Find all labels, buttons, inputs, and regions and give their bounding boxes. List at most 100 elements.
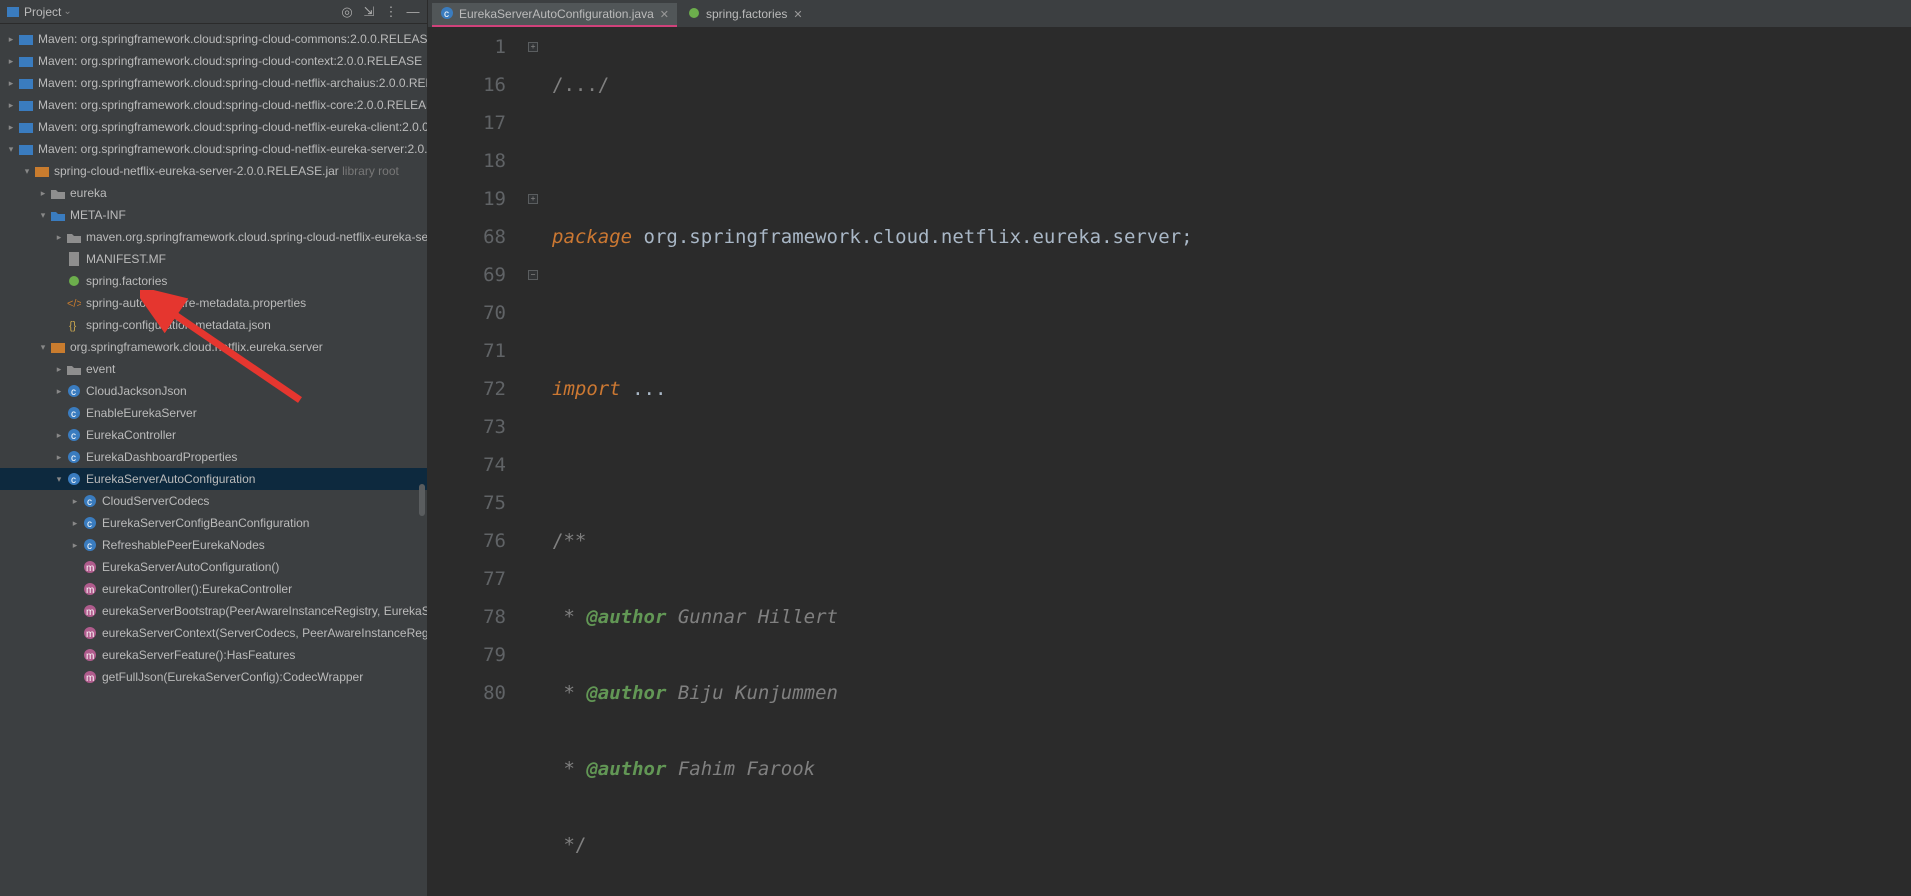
tree-class[interactable]: ▸cCloudJacksonJson (0, 380, 427, 402)
svg-text:m: m (86, 673, 94, 684)
jar-icon (34, 163, 50, 179)
svg-text:c: c (87, 541, 92, 552)
svg-text:m: m (86, 651, 94, 662)
class-icon: c (440, 6, 454, 23)
tree-lib[interactable]: ▸Maven: org.springframework.cloud:spring… (0, 72, 427, 94)
library-icon (18, 31, 34, 47)
class-icon: c (82, 493, 98, 509)
tab-label: spring.factories (706, 7, 787, 21)
tab-eureka-config[interactable]: c EurekaServerAutoConfiguration.java ✕ (432, 3, 677, 27)
svg-text:{}: {} (69, 320, 77, 332)
properties-icon: </> (66, 295, 82, 311)
tree-inner-class[interactable]: ▸cRefreshablePeerEurekaNodes (0, 534, 427, 556)
method-icon: m (82, 669, 98, 685)
class-icon: c (66, 405, 82, 421)
class-icon: c (66, 471, 82, 487)
close-icon[interactable]: ✕ (660, 8, 669, 21)
tree-method[interactable]: ·meurekaServerFeature():HasFeatures (0, 644, 427, 666)
method-icon: m (82, 559, 98, 575)
class-icon: c (66, 449, 82, 465)
code-content[interactable]: /.../ package org.springframework.cloud.… (540, 28, 1911, 896)
project-tree[interactable]: ▸Maven: org.springframework.cloud:spring… (0, 24, 427, 896)
folder-icon (50, 207, 66, 223)
fold-marker[interactable]: + (528, 194, 538, 204)
project-icon (6, 5, 20, 19)
target-icon[interactable]: ◎ (339, 4, 355, 20)
svg-text:m: m (86, 629, 94, 640)
tree-class[interactable]: ▸cEurekaDashboardProperties (0, 446, 427, 468)
project-toolwindow-header: Project ⌄ ◎ ⇲ ⋮ — (0, 0, 427, 24)
tree-package[interactable]: ▾org.springframework.cloud.netflix.eurek… (0, 336, 427, 358)
tree-file-autoconf[interactable]: ·</>spring-autoconfigure-metadata.proper… (0, 292, 427, 314)
method-icon: m (82, 625, 98, 641)
tree-file-factories[interactable]: ·spring.factories (0, 270, 427, 292)
folder-icon (66, 361, 82, 377)
library-icon (18, 75, 34, 91)
fold-marker[interactable]: − (528, 270, 538, 280)
minimize-icon[interactable]: — (405, 4, 421, 19)
tree-selected-class[interactable]: ▾cEurekaServerAutoConfiguration (0, 468, 427, 490)
tree-folder-eureka[interactable]: ▸eureka (0, 182, 427, 204)
more-icon[interactable]: ⋮ (383, 4, 399, 20)
editor-area: c EurekaServerAutoConfiguration.java ✕ s… (428, 0, 1911, 896)
library-icon (18, 141, 34, 157)
tree-inner-class[interactable]: ▸cCloudServerCodecs (0, 490, 427, 512)
class-icon: c (66, 427, 82, 443)
class-icon: c (82, 537, 98, 553)
svg-text:c: c (71, 387, 76, 398)
spring-leaf-icon (66, 273, 82, 289)
fold-marker[interactable]: + (528, 42, 538, 52)
json-icon: {} (66, 317, 82, 333)
collapse-icon[interactable]: ⇲ (361, 4, 377, 20)
svg-text:m: m (86, 563, 94, 574)
library-icon (18, 119, 34, 135)
tree-folder-metainf[interactable]: ▾META-INF (0, 204, 427, 226)
method-icon: m (82, 647, 98, 663)
library-icon (18, 97, 34, 113)
method-icon: m (82, 603, 98, 619)
tree-method[interactable]: ·meurekaController():EurekaController (0, 578, 427, 600)
svg-text:c: c (87, 519, 92, 530)
code-editor[interactable]: 1 16 17 18 19 68 69 70 71 72 73 74 75 76… (428, 28, 1911, 896)
tab-spring-factories[interactable]: spring.factories ✕ (679, 3, 811, 27)
fold-column[interactable]: + + − (528, 28, 540, 896)
svg-text:m: m (86, 585, 94, 596)
tree-lib[interactable]: ▸Maven: org.springframework.cloud:spring… (0, 116, 427, 138)
tree-class[interactable]: ·cEnableEurekaServer (0, 402, 427, 424)
folder-icon (66, 229, 82, 245)
method-icon: m (82, 581, 98, 597)
tree-folder-event[interactable]: ▸event (0, 358, 427, 380)
file-icon (66, 251, 82, 267)
tab-label: EurekaServerAutoConfiguration.java (459, 7, 654, 21)
tree-lib-expanded[interactable]: ▾Maven: org.springframework.cloud:spring… (0, 138, 427, 160)
tree-method[interactable]: ·meurekaServerBootstrap(PeerAwareInstanc… (0, 600, 427, 622)
tree-file-confmeta[interactable]: ·{}spring-configuration-metadata.json (0, 314, 427, 336)
spring-leaf-icon (687, 6, 701, 23)
tree-method[interactable]: ·mgetFullJson(EurekaServerConfig):CodecW… (0, 666, 427, 688)
svg-text:m: m (86, 607, 94, 618)
folder-icon (50, 185, 66, 201)
tree-lib[interactable]: ▸Maven: org.springframework.cloud:spring… (0, 28, 427, 50)
tree-method[interactable]: ·mEurekaServerAutoConfiguration() (0, 556, 427, 578)
svg-text:</>: </> (67, 298, 81, 310)
class-icon: c (82, 515, 98, 531)
tree-folder[interactable]: ▸maven.org.springframework.cloud.spring-… (0, 226, 427, 248)
project-sidebar: Project ⌄ ◎ ⇲ ⋮ — ▸Maven: org.springfram… (0, 0, 428, 896)
class-icon: c (66, 383, 82, 399)
svg-text:c: c (71, 475, 76, 486)
project-title[interactable]: Project (24, 5, 61, 19)
tree-file-manifest[interactable]: ·MANIFEST.MF (0, 248, 427, 270)
tree-inner-class[interactable]: ▸cEurekaServerConfigBeanConfiguration (0, 512, 427, 534)
tree-method[interactable]: ·meurekaServerContext(ServerCodecs, Peer… (0, 622, 427, 644)
tree-class[interactable]: ▸cEurekaController (0, 424, 427, 446)
close-icon[interactable]: ✕ (793, 8, 802, 21)
scrollbar-thumb[interactable] (419, 484, 425, 516)
tree-jar[interactable]: ▾spring-cloud-netflix-eureka-server-2.0.… (0, 160, 427, 182)
tree-lib[interactable]: ▸Maven: org.springframework.cloud:spring… (0, 50, 427, 72)
chevron-down-icon[interactable]: ⌄ (63, 6, 71, 17)
svg-text:c: c (444, 9, 449, 20)
package-icon (50, 339, 66, 355)
tree-lib[interactable]: ▸Maven: org.springframework.cloud:spring… (0, 94, 427, 116)
svg-text:c: c (71, 453, 76, 464)
svg-text:c: c (71, 431, 76, 442)
